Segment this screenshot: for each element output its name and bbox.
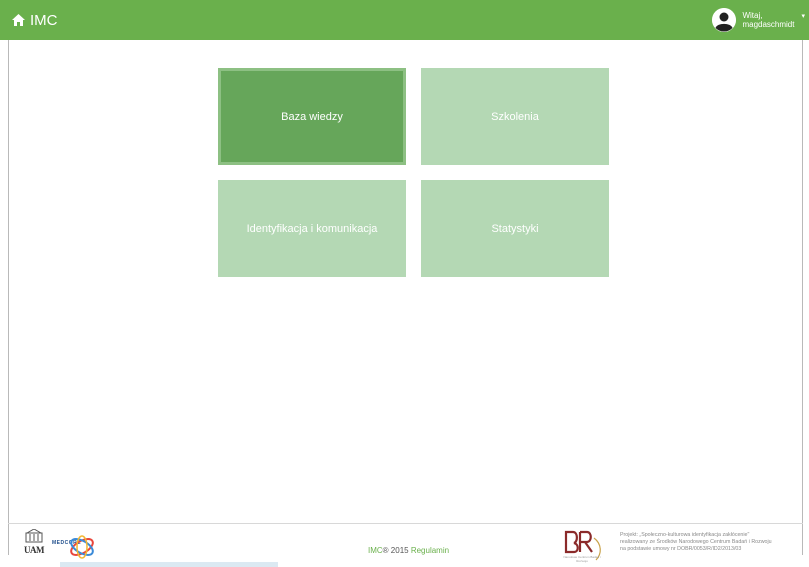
brand-label: IMC	[30, 11, 58, 29]
tile-label: Statystyki	[491, 222, 539, 235]
project-line: realizowany ze Środków Narodowego Centru…	[620, 539, 772, 545]
project-info: Projekt: „Społeczno-kulturowa identyfika…	[620, 532, 808, 553]
uam-logo: UAM	[24, 529, 45, 559]
home-icon	[12, 14, 25, 26]
footer: UAM MEDCORE IMC® 2015 Regulamin Narodowe…	[0, 524, 809, 567]
user-avatar-icon	[712, 8, 737, 32]
uam-crest-icon	[25, 529, 43, 543]
project-line: Projekt: „Społeczno-kulturowa identyfika…	[620, 532, 750, 538]
project-line: na podstawie umowy nr DOBR/0053/R/ID2/20…	[620, 546, 742, 552]
footer-accent-bar	[60, 562, 278, 567]
tile-szkolenia[interactable]: Szkolenia	[421, 68, 609, 165]
tile-baza-wiedzy[interactable]: Baza wiedzy	[218, 68, 406, 165]
tile-statystyki[interactable]: Statystyki	[421, 180, 609, 277]
username-text: magdaschmidt	[742, 20, 795, 29]
user-menu[interactable]: Witaj, magdaschmidt ▾	[712, 8, 805, 32]
user-greeting: Witaj, magdaschmidt	[742, 11, 794, 29]
greeting-text: Witaj,	[742, 11, 763, 20]
content-border-right	[802, 40, 803, 555]
copyright-brand: IMC	[368, 546, 383, 555]
content-border-left	[8, 40, 9, 555]
copyright-year: ® 2015	[382, 546, 409, 555]
medcore-logo: MEDCORE	[52, 534, 100, 560]
uam-logo-text: UAM	[24, 545, 45, 555]
tile-identyfikacja-i-komunikacja[interactable]: Identyfikacja i komunikacja	[218, 180, 406, 277]
tile-label: Szkolenia	[491, 110, 539, 123]
navbar: IMC Witaj, magdaschmidt ▾	[0, 0, 809, 40]
terms-link[interactable]: Regulamin	[411, 546, 449, 555]
caret-down-icon: ▾	[801, 13, 805, 20]
tile-label: Identyfikacja i komunikacja	[246, 222, 378, 235]
copyright-text: IMC® 2015 Regulamin	[368, 546, 449, 555]
tile-label: Baza wiedzy	[281, 110, 343, 123]
brand-home-link[interactable]: IMC	[12, 12, 58, 29]
medcore-swirl-icon	[70, 535, 94, 559]
ncbr-logo-caption: Narodowe Centrum Badań i Rozwoju	[563, 555, 601, 563]
